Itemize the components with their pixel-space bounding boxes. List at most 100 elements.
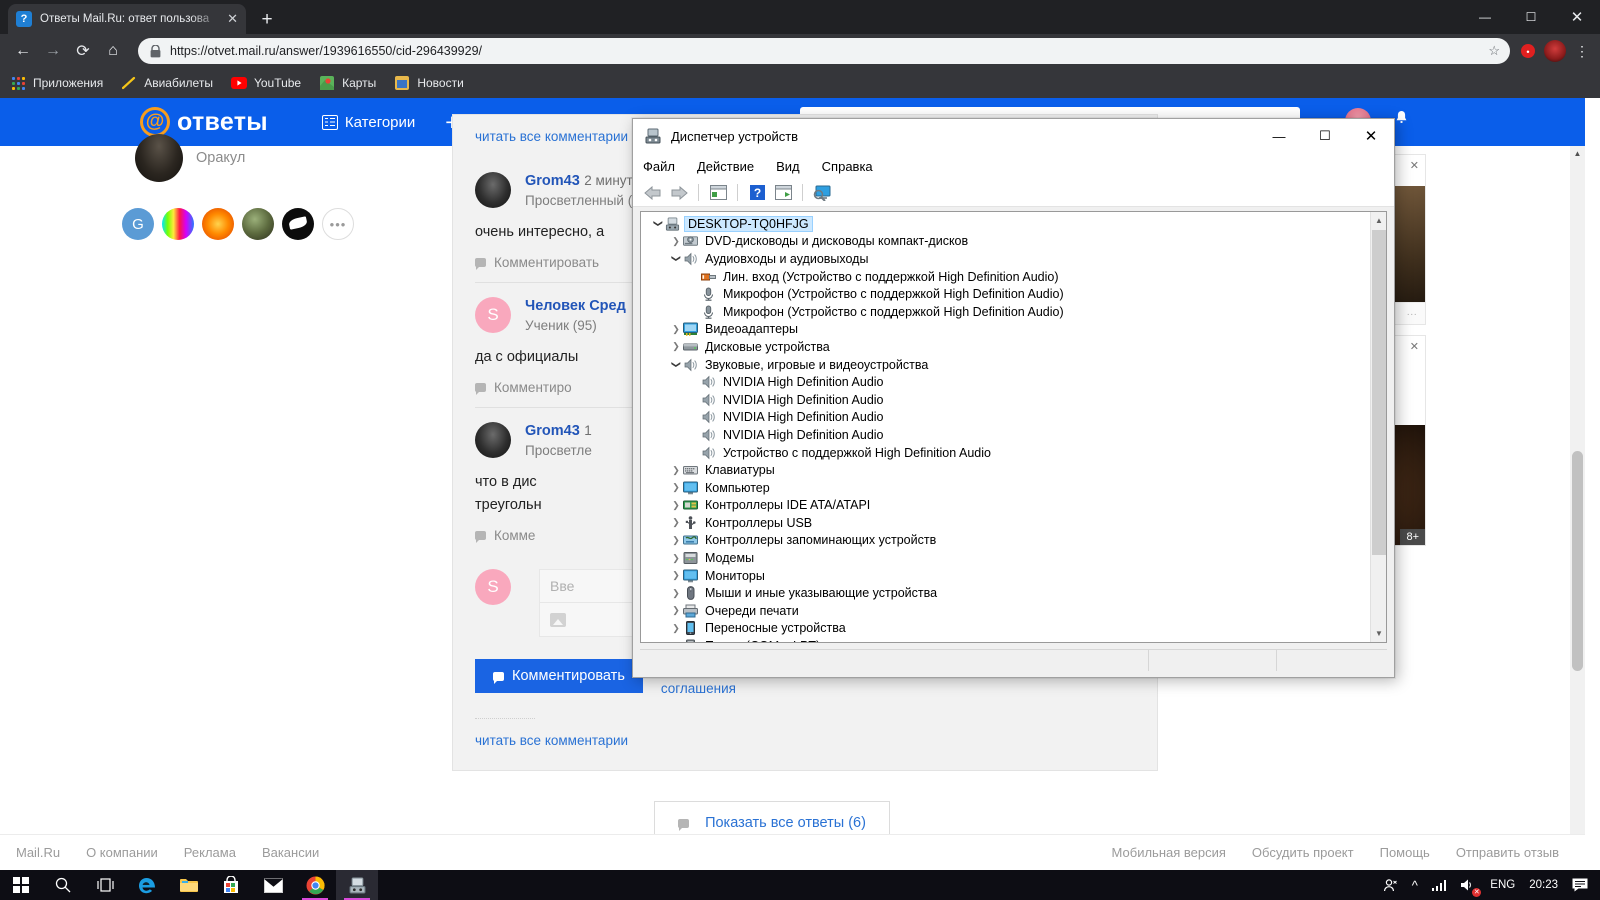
reaction-avatar[interactable] [162,208,194,240]
chevron-right-icon[interactable]: ❯ [669,623,683,634]
comment-author[interactable]: Человек Сред [525,298,626,314]
scroll-down-arrow-icon[interactable]: ▼ [1371,625,1386,642]
reaction-avatar[interactable] [202,208,234,240]
device-manager-button[interactable] [336,870,378,900]
chevron-down-icon[interactable]: ❯ [653,217,664,231]
store-button[interactable] [210,870,252,900]
chevron-right-icon[interactable]: ❯ [669,324,683,335]
scroll-up-arrow-icon[interactable]: ▲ [1371,212,1386,229]
menu-item-view[interactable]: Вид [776,159,800,174]
clock[interactable]: 20:23 [1522,870,1565,900]
people-icon[interactable] [1376,870,1405,900]
notification-icon[interactable] [1565,870,1600,900]
chevron-right-icon[interactable]: ❯ [669,482,683,493]
properties-icon[interactable] [706,181,730,205]
chevron-right-icon[interactable]: ❯ [669,535,683,546]
browser-tab[interactable]: ? Ответы Mail.Ru: ответ пользова ✕ [8,4,246,34]
task-view-button[interactable] [84,870,126,900]
ad-footer-menu[interactable]: ··· [1407,308,1418,320]
device-tree-node[interactable]: Лин. вход (Устройство с поддержкой High … [641,268,1370,286]
chrome-button[interactable] [294,870,336,900]
device-tree-node[interactable]: ❯ Контроллеры USB [641,514,1370,532]
chevron-right-icon[interactable]: ❯ [669,517,683,528]
forward-arrow-icon[interactable] [667,181,691,205]
forward-button[interactable]: → [38,36,68,66]
footer-link[interactable]: Обсудить проект [1252,845,1354,860]
device-tree-node[interactable]: ❯ DESKTOP-TQ0HFJG [641,215,1370,233]
device-tree-node[interactable]: ❯ DVD-дисководы и дисководы компакт-диско… [641,233,1370,251]
device-tree-node[interactable]: ❯ Модемы [641,549,1370,567]
new-tab-button[interactable]: + [254,7,280,33]
tree-scrollbar[interactable]: ▲ ▼ [1370,212,1386,642]
footer-link[interactable]: Вакансии [262,845,319,860]
reaction-avatar[interactable] [242,208,274,240]
avatar[interactable]: S [475,297,511,334]
device-tree-node[interactable]: ❯ Очереди печати [641,602,1370,620]
maximize-button[interactable]: ☐ [1508,0,1554,34]
comment-author[interactable]: Grom43 [525,173,580,189]
chevron-right-icon[interactable]: ❯ [669,641,683,642]
bookmark-star-icon[interactable]: ☆ [1488,43,1500,59]
chevron-right-icon[interactable]: ❯ [669,341,683,352]
close-icon[interactable]: ✕ [1410,159,1419,172]
file-explorer-button[interactable] [168,870,210,900]
back-button[interactable]: ← [8,36,38,66]
avatar[interactable] [135,134,183,182]
device-tree-node[interactable]: ❯ Звуковые, игровые и видеоустройства [641,356,1370,374]
bell-icon[interactable] [1394,110,1409,131]
scroll-up-arrow-icon[interactable]: ▲ [1570,146,1585,161]
site-logo[interactable]: @ ответы [140,107,268,137]
device-tree-node[interactable]: NVIDIA High Definition Audio [641,409,1370,427]
reaction-avatar[interactable] [282,208,314,240]
chevron-down-icon[interactable]: ❯ [671,358,682,372]
chevron-down-icon[interactable]: ❯ [671,252,682,266]
scan-hardware-icon[interactable] [771,181,795,205]
bookmark-news[interactable]: Новости [394,75,464,91]
chevron-right-icon[interactable]: ❯ [669,570,683,581]
close-button[interactable]: ✕ [1554,0,1600,34]
volume-muted-icon[interactable]: ✕ [1453,870,1483,900]
device-tree-node[interactable]: Устройство с поддержкой High Definition … [641,444,1370,462]
chevron-right-icon[interactable]: ❯ [669,236,683,247]
chevron-right-icon[interactable]: ❯ [669,500,683,511]
profile-avatar[interactable] [1544,40,1566,62]
reaction-avatar[interactable]: G [122,208,154,240]
close-icon[interactable]: ✕ [1410,340,1419,353]
address-bar[interactable]: https://otvet.mail.ru/answer/1939616550/… [138,38,1510,64]
device-tree-node[interactable]: ❯ Видеоадаптеры [641,321,1370,339]
page-scrollbar[interactable]: ▲ ▼ [1570,146,1585,870]
reload-button[interactable]: ⟳ [68,36,98,66]
device-tree-node[interactable]: NVIDIA High Definition Audio [641,373,1370,391]
footer-link[interactable]: Реклама [184,845,236,860]
device-tree-node[interactable]: ❯ Аудиовходы и аудиовыходы [641,250,1370,268]
avatar[interactable] [475,172,511,208]
scrollbar-thumb[interactable] [1572,451,1583,671]
bookmark-apps[interactable]: Приложения [10,75,103,91]
device-tree-node[interactable]: NVIDIA High Definition Audio [641,426,1370,444]
device-tree-node[interactable]: ❯ Контроллеры IDE ATA/ATAPI [641,497,1370,515]
device-tree-node[interactable]: ❯ Мыши и иные указывающие устройства [641,584,1370,602]
mail-button[interactable] [252,870,294,900]
comment-author[interactable]: Grom43 [525,423,580,439]
bookmark-aviabilety[interactable]: Авиабилеты [121,75,213,91]
update-driver-icon[interactable] [810,181,834,205]
footer-link[interactable]: Mail.Ru [16,845,60,860]
menu-item-file[interactable]: Файл [643,159,675,174]
chevron-right-icon[interactable]: ❯ [669,553,683,564]
device-tree-node[interactable]: ❯ Контроллеры запоминающих устройств [641,532,1370,550]
chevron-right-icon[interactable]: ❯ [669,588,683,599]
chevron-right-icon[interactable]: ❯ [669,465,683,476]
network-icon[interactable] [1425,870,1454,900]
read-all-comments-link-bottom[interactable]: читать все комментарии [475,719,1135,770]
minimize-button[interactable]: — [1462,0,1508,34]
device-tree-node[interactable]: ❯ Компьютер [641,479,1370,497]
help-icon[interactable]: ? [745,181,769,205]
dm-maximize-button[interactable]: ☐ [1302,119,1348,153]
device-tree-node[interactable]: ❯ Переносные устройства [641,620,1370,638]
nav-item-categories[interactable]: Категории [321,114,415,131]
device-tree-panel[interactable]: ❯ DESKTOP-TQ0HFJG ❯ DVD-дисководы и дисково… [640,211,1387,643]
device-tree[interactable]: ❯ DESKTOP-TQ0HFJG ❯ DVD-дисководы и дисково… [641,215,1370,642]
device-tree-node[interactable]: Микрофон (Устройство с поддержкой High D… [641,285,1370,303]
menu-item-help[interactable]: Справка [822,159,873,174]
dm-close-button[interactable]: ✕ [1348,119,1394,153]
